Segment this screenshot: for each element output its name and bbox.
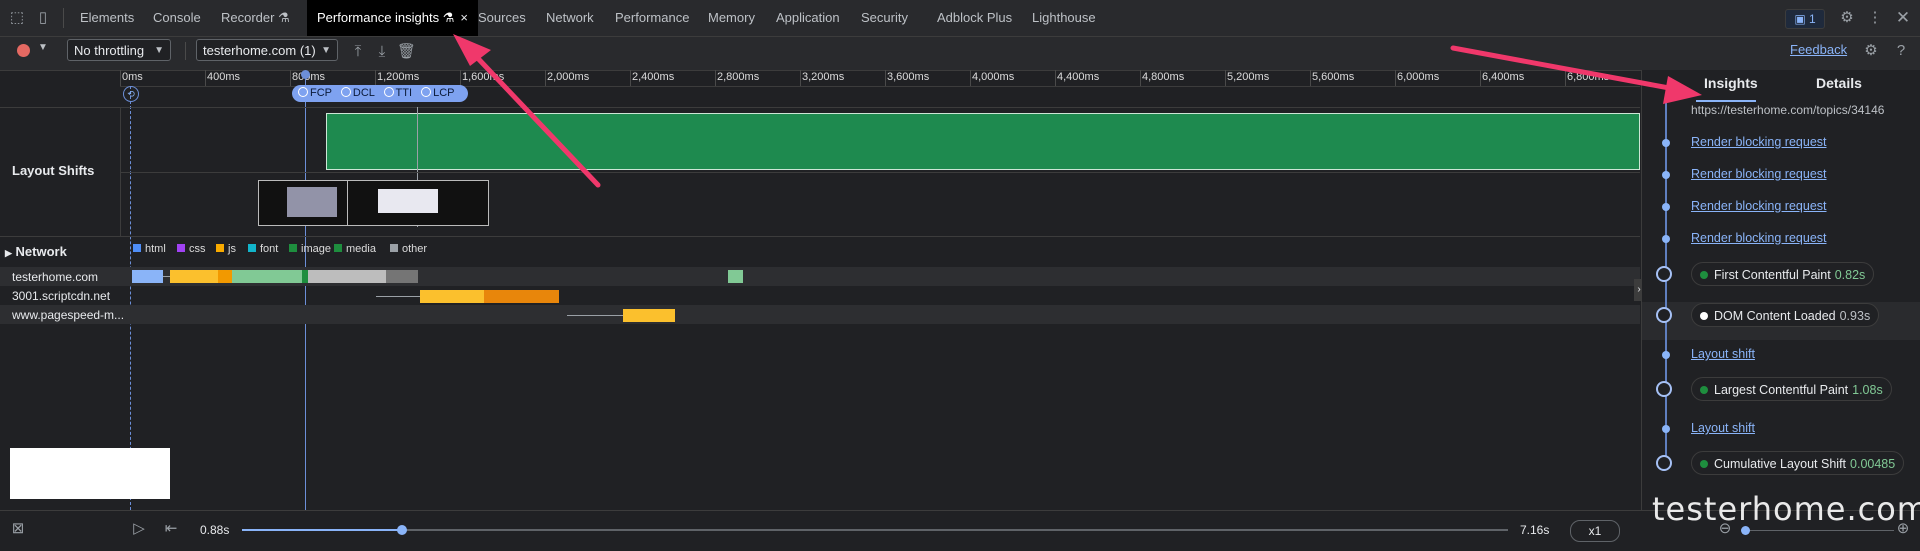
annotation-arrows <box>453 34 1702 188</box>
arrow-to-tab <box>453 34 601 188</box>
arrow-to-insights <box>1450 45 1702 104</box>
